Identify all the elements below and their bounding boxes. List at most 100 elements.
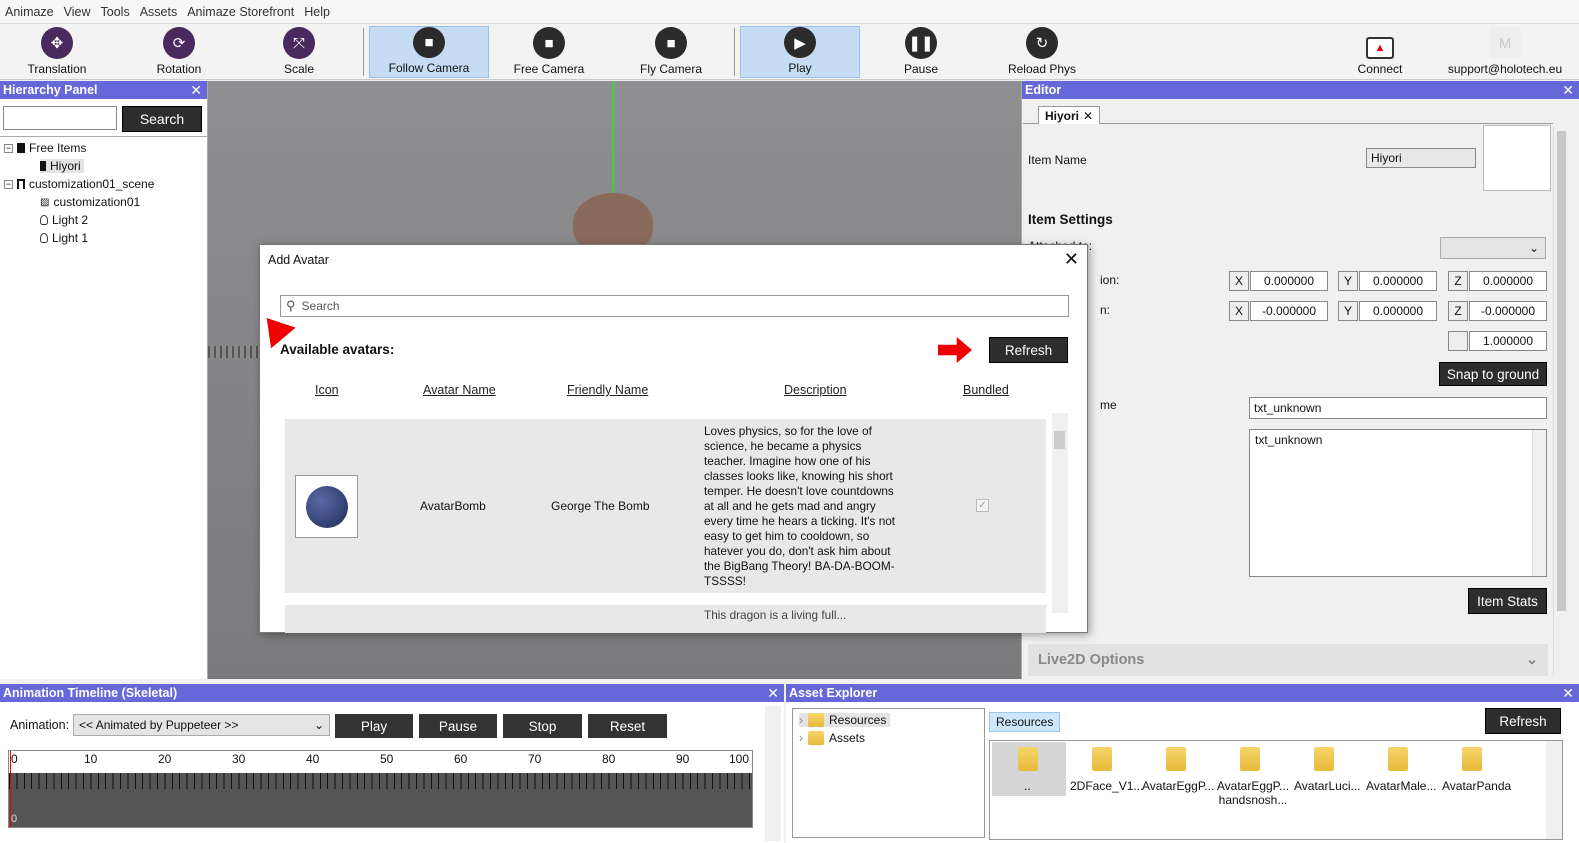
- snap-to-ground-button[interactable]: Snap to ground: [1439, 362, 1547, 386]
- tree-item-light-2[interactable]: Light 2: [40, 213, 88, 227]
- timeline-stop-button[interactable]: Stop: [503, 714, 582, 738]
- close-icon[interactable]: ✕: [1562, 81, 1574, 99]
- folder-icon[interactable]: [1166, 747, 1186, 771]
- asset-tree: › Resources › Assets: [792, 708, 985, 838]
- avatar-row[interactable]: This dragon is a living full...: [285, 605, 1046, 633]
- close-icon[interactable]: ✕: [767, 684, 779, 702]
- tree-item-scene[interactable]: − customization01_scene: [4, 177, 154, 191]
- menu-assets[interactable]: Assets: [135, 5, 183, 19]
- timeline-scrollbar[interactable]: [765, 706, 781, 841]
- rotation-y-input[interactable]: 0.000000: [1359, 301, 1437, 321]
- hierarchy-panel: Hierarchy Panel ✕ Search − Free Items Hiyo…: [0, 81, 208, 679]
- animation-select[interactable]: << Animated by Puppeteer >> ⌄: [73, 714, 330, 736]
- folder-icon[interactable]: [1314, 747, 1334, 771]
- reload-phys-button[interactable]: ↻ Reload Phys: [982, 26, 1102, 78]
- bundled-checkbox[interactable]: ✓: [976, 499, 989, 512]
- collapse-icon[interactable]: −: [4, 143, 13, 153]
- tree-item-free-items[interactable]: − Free Items: [4, 141, 86, 155]
- column-icon[interactable]: Icon: [315, 383, 339, 397]
- rotation-x-label: X: [1229, 301, 1249, 321]
- rotation-button[interactable]: ⟳ Rotation: [138, 26, 220, 78]
- pause-button[interactable]: ❚❚ Pause: [862, 26, 980, 78]
- animation-timeline-panel: Animation Timeline (Skeletal) ✕ Animation…: [0, 684, 784, 843]
- rotation-x-input[interactable]: -0.000000: [1250, 301, 1328, 321]
- description-textarea[interactable]: txt_unknown: [1249, 429, 1547, 577]
- folder-icon[interactable]: [1240, 747, 1260, 771]
- folder-icon[interactable]: [1092, 747, 1112, 771]
- close-icon[interactable]: ✕: [1562, 684, 1574, 702]
- column-friendly-name[interactable]: Friendly Name: [567, 383, 648, 397]
- live2d-options-section[interactable]: Live2D Options ⌄: [1028, 644, 1548, 676]
- timeline-track[interactable]: 0 10 20 30 40 50 60 70 80 90 100 0: [8, 750, 753, 828]
- refresh-avatars-button[interactable]: Refresh: [989, 337, 1068, 363]
- close-icon[interactable]: ✕: [1083, 109, 1093, 123]
- folder-icon[interactable]: [1388, 747, 1408, 771]
- fly-camera-button[interactable]: ■ Fly Camera: [612, 26, 730, 78]
- folder-icon: [1018, 747, 1038, 771]
- position-y-label: Y: [1338, 271, 1358, 291]
- editor-scrollbar[interactable]: [1553, 126, 1569, 676]
- toolbar-separator: [363, 28, 364, 76]
- menu-view[interactable]: View: [59, 5, 96, 19]
- asset-refresh-button[interactable]: Refresh: [1485, 708, 1561, 734]
- close-icon[interactable]: ✕: [1064, 249, 1079, 270]
- hierarchy-search-button[interactable]: Search: [122, 106, 202, 132]
- translation-button[interactable]: ✥ Translation: [16, 26, 98, 78]
- asset-folder-label: AvatarMale...: [1366, 779, 1437, 793]
- asset-explorer-header: Asset Explorer ✕: [786, 684, 1579, 702]
- chevron-right-icon[interactable]: ›: [799, 713, 803, 727]
- tab-hiyori[interactable]: Hiyori ✕: [1038, 106, 1101, 124]
- position-z-input[interactable]: 0.000000: [1469, 271, 1547, 291]
- tree-item-resources[interactable]: › Resources: [799, 713, 891, 727]
- menu-animaze[interactable]: Animaze: [0, 5, 59, 19]
- column-bundled[interactable]: Bundled: [963, 383, 1009, 397]
- free-camera-button[interactable]: ■ Free Camera: [490, 26, 608, 78]
- avatar-search-input[interactable]: ⚲ Search: [280, 295, 1069, 317]
- tree-item-light-1[interactable]: Light 1: [40, 231, 88, 245]
- asset-grid-scrollbar[interactable]: [1546, 741, 1562, 839]
- connect-button[interactable]: ▲ Connect: [1340, 26, 1420, 78]
- avatar-row[interactable]: AvatarBomb George The Bomb Loves physics…: [285, 419, 1046, 593]
- timeline-play-button[interactable]: Play: [335, 714, 413, 738]
- column-avatar-name[interactable]: Avatar Name: [423, 383, 496, 397]
- camera-icon: ■: [413, 27, 445, 58]
- position-x-input[interactable]: 0.000000: [1250, 271, 1328, 291]
- item-name-field[interactable]: Hiyori: [1366, 148, 1476, 168]
- rotation-label: n:: [1100, 303, 1111, 317]
- dialog-scrollbar[interactable]: [1052, 413, 1068, 613]
- folder-icon[interactable]: [1462, 747, 1482, 771]
- scale-button[interactable]: ⤧ Scale: [258, 26, 340, 78]
- timeline-pause-button[interactable]: Pause: [419, 714, 497, 738]
- timeline-reset-button[interactable]: Reset: [588, 714, 667, 738]
- tree-item-customization01[interactable]: ▨ customization01: [40, 195, 140, 209]
- tree-item-assets[interactable]: › Assets: [799, 731, 865, 745]
- breadcrumb[interactable]: Resources: [989, 712, 1061, 732]
- user-account-button[interactable]: Msupport@holotech.eu: [1440, 26, 1570, 78]
- close-icon[interactable]: ✕: [190, 81, 202, 99]
- scale-input[interactable]: 1.000000: [1469, 331, 1547, 351]
- light-icon: [40, 233, 48, 243]
- light-icon: [40, 215, 48, 225]
- rotation-z-input[interactable]: -0.000000: [1469, 301, 1547, 321]
- name-text-field[interactable]: txt_unknown: [1249, 397, 1547, 419]
- follow-camera-button[interactable]: ■ Follow Camera: [369, 26, 489, 78]
- available-avatars-label: Available avatars:: [280, 342, 395, 357]
- chevron-right-icon[interactable]: ›: [799, 731, 803, 745]
- textarea-scrollbar[interactable]: [1532, 430, 1546, 576]
- camera-icon: ■: [533, 27, 565, 59]
- item-stats-button[interactable]: Item Stats: [1468, 588, 1547, 614]
- play-icon: ▶: [784, 27, 816, 58]
- collapse-icon[interactable]: −: [4, 179, 13, 189]
- position-y-input[interactable]: 0.000000: [1359, 271, 1437, 291]
- position-label: ion:: [1100, 273, 1120, 287]
- timeline-header: Animation Timeline (Skeletal) ✕: [0, 684, 784, 702]
- menu-tools[interactable]: Tools: [96, 5, 135, 19]
- hierarchy-search-input[interactable]: [3, 106, 117, 130]
- attached-to-dropdown[interactable]: ⌄: [1440, 237, 1546, 259]
- play-button[interactable]: ▶ Play: [740, 26, 860, 78]
- grid-floor: [208, 346, 260, 358]
- menu-storefront[interactable]: Animaze Storefront: [182, 5, 299, 19]
- tree-item-hiyori[interactable]: Hiyori: [40, 159, 84, 173]
- column-description[interactable]: Description: [784, 383, 847, 397]
- menu-help[interactable]: Help: [299, 5, 335, 19]
